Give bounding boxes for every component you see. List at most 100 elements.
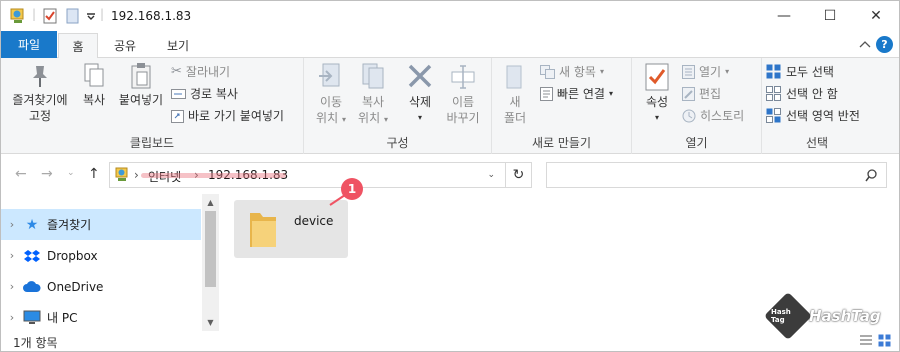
new-item-dropdown-icon: ▾: [599, 67, 604, 76]
pin-label-line1: 즐겨찾기에: [12, 93, 68, 107]
expand-chevron-icon[interactable]: ›: [1, 311, 23, 324]
copy-path-icon: [171, 88, 186, 99]
copy-button[interactable]: 복사: [77, 62, 111, 108]
open-label: 열기: [699, 65, 722, 79]
new-folder-button[interactable]: 새 폴더: [498, 62, 532, 126]
properties-button[interactable]: 속성 ▾: [640, 62, 674, 126]
nav-scrollbar[interactable]: ▲ ▼: [202, 194, 219, 331]
collapse-ribbon-icon[interactable]: [859, 40, 871, 48]
copy-label: 복사: [82, 93, 106, 107]
select-all-button[interactable]: 모두 선택: [766, 63, 834, 80]
move-to-label-line2-text: 위치: [316, 111, 339, 125]
expand-chevron-icon[interactable]: ›: [1, 280, 23, 293]
invert-selection-button[interactable]: 선택 영역 반전: [766, 107, 860, 124]
select-none-button[interactable]: 선택 안 함: [766, 85, 838, 102]
recent-locations-chevron-icon[interactable]: ⌄: [67, 168, 75, 178]
quick-access-dropdown-icon[interactable]: [86, 12, 96, 20]
scroll-down-icon[interactable]: ▼: [202, 315, 219, 330]
open-button[interactable]: 열기 ▾: [682, 63, 729, 80]
item-count: 1개 항목: [13, 336, 58, 350]
pin-icon: [33, 66, 47, 87]
minimize-button[interactable]: —: [761, 1, 807, 31]
back-arrow-icon[interactable]: ←: [15, 166, 27, 182]
cut-button[interactable]: ✂ 잘라내기: [171, 63, 230, 80]
properties-checkmark-icon: [645, 63, 669, 91]
copy-path-label: 경로 복사: [190, 87, 238, 101]
scroll-thumb[interactable]: [205, 211, 216, 287]
new-item-button[interactable]: 새 항목 ▾: [540, 63, 604, 80]
refresh-icon[interactable]: ↻: [505, 163, 531, 187]
large-icons-view-icon[interactable]: [878, 334, 892, 347]
organize-group-label: 구성: [386, 136, 409, 150]
tab-file[interactable]: 파일: [1, 31, 57, 58]
details-view-icon[interactable]: [859, 334, 873, 347]
easy-access-button[interactable]: 빠른 연결 ▾: [540, 85, 613, 102]
title-bar: | | 192.168.1.83 — ☐ ✕: [1, 1, 899, 31]
delete-button[interactable]: 삭제 ▾: [402, 62, 438, 126]
edit-button[interactable]: 편집: [682, 85, 721, 102]
copy-to-button[interactable]: 복사 위치 ▾: [354, 62, 392, 128]
group-clipboard: 즐겨찾기에 고정 복사 붙여넣기 ✂ 잘라내기 경로 복사 바로 가기 붙여넣기…: [1, 58, 304, 154]
pin-to-quick-access-button[interactable]: 즐겨찾기에 고정: [7, 62, 73, 124]
star-icon: ★: [25, 216, 39, 233]
paste-label: 붙여넣기: [118, 93, 164, 107]
rename-button[interactable]: 이름 바꾸기: [442, 62, 484, 126]
dropbox-icon: [23, 248, 41, 264]
properties-quick-icon[interactable]: [43, 8, 57, 24]
expand-chevron-icon[interactable]: ›: [1, 218, 23, 231]
close-button[interactable]: ✕: [853, 1, 899, 31]
pc-icon: [23, 310, 41, 326]
address-highlight-mark: [141, 173, 286, 178]
copy-icon: [84, 63, 104, 87]
tab-view[interactable]: 보기: [153, 33, 203, 58]
move-to-button[interactable]: 이동 위치 ▾: [312, 62, 350, 128]
new-folder-quick-icon[interactable]: [66, 8, 79, 24]
cut-label: 잘라내기: [185, 65, 231, 79]
network-location-icon[interactable]: [9, 8, 27, 25]
copy-to-icon: [362, 63, 384, 89]
hashtag-logo-icon: Hash Tag: [763, 291, 813, 341]
scroll-up-icon[interactable]: ▲: [202, 195, 219, 210]
history-label: 히스토리: [700, 109, 745, 123]
tab-home[interactable]: 홈: [58, 33, 98, 59]
folder-name: device: [294, 214, 334, 228]
open-icon: [682, 64, 695, 79]
new-folder-icon: [506, 65, 522, 89]
annotation-pointer-icon: [329, 194, 346, 206]
nav-item-onedrive[interactable]: › OneDrive: [1, 271, 201, 302]
paste-icon: [131, 63, 151, 89]
nav-item-quick-access[interactable]: › ★ 즐겨찾기: [1, 209, 201, 240]
nav-item-dropbox[interactable]: › Dropbox: [1, 240, 201, 271]
maximize-button[interactable]: ☐: [807, 1, 853, 31]
search-input[interactable]: [546, 162, 887, 188]
paste-shortcut-button[interactable]: 바로 가기 붙여넣기: [171, 107, 284, 124]
paste-button[interactable]: 붙여넣기: [115, 62, 167, 108]
nav-item-this-pc[interactable]: › 내 PC: [1, 302, 201, 333]
breadcrumb-separator[interactable]: ›: [134, 168, 139, 182]
paste-shortcut-label: 바로 가기 붙여넣기: [188, 109, 284, 123]
network-location-address-icon: [115, 167, 128, 181]
open-group-label: 열기: [685, 136, 708, 150]
address-dropdown-icon[interactable]: ⌄: [487, 170, 495, 180]
copy-to-label-line2-text: 위치: [358, 111, 381, 125]
help-icon[interactable]: ?: [876, 36, 893, 53]
ribbon-tabs: 파일 홈 공유 보기 ?: [1, 31, 899, 59]
tab-share[interactable]: 공유: [101, 33, 149, 58]
properties-dropdown-icon[interactable]: ▾: [640, 110, 674, 126]
expand-chevron-icon[interactable]: ›: [1, 249, 23, 262]
open-dropdown-icon: ▾: [725, 67, 730, 76]
nav-item-label: Dropbox: [47, 248, 98, 263]
move-to-icon: [319, 63, 340, 87]
delete-dropdown-icon[interactable]: ▾: [402, 110, 438, 126]
hashtag-watermark: Hash Tag HashTag: [763, 291, 881, 341]
up-arrow-icon[interactable]: ↑: [88, 166, 100, 182]
clipboard-group-label: 클립보드: [129, 136, 175, 150]
nav-item-label: 내 PC: [47, 311, 78, 325]
forward-arrow-icon[interactable]: →: [41, 166, 53, 182]
scissors-icon: ✂: [171, 64, 182, 79]
copy-path-button[interactable]: 경로 복사: [171, 85, 238, 102]
nav-item-label: OneDrive: [47, 279, 104, 294]
folder-item-device[interactable]: device: [234, 200, 348, 258]
status-bar: 1개 항목: [1, 331, 899, 351]
history-button[interactable]: 히스토리: [682, 107, 744, 124]
